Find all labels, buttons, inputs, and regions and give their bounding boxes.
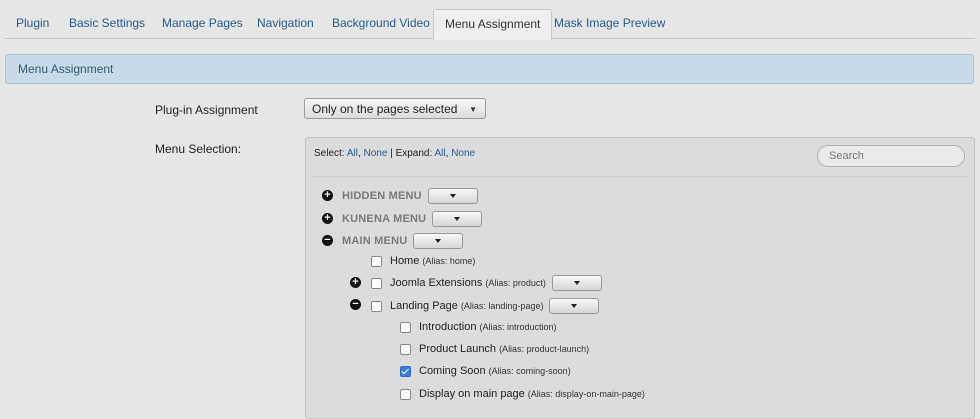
menu-item[interactable]: Product Launch (Alias: product-launch) — [400, 340, 589, 358]
plus-circle-icon[interactable]: + — [350, 277, 361, 288]
item-checkbox[interactable] — [371, 255, 382, 267]
caret-down-icon: ▼ — [469, 105, 477, 114]
tab-navigation[interactable]: Navigation — [246, 9, 325, 38]
item-checkbox[interactable] — [400, 343, 411, 355]
divider — [312, 176, 968, 177]
menu-kunena: + KUNENA MENU — [322, 210, 483, 228]
menu-item[interactable]: Display on main page (Alias: display-on-… — [400, 385, 645, 403]
menu-name: HIDDEN MENU — [342, 190, 422, 202]
assignment-value: Only on the pages selected — [312, 102, 458, 116]
divider: | — [390, 148, 393, 159]
assignment-select[interactable]: Only on the pages selected ▼ — [304, 98, 486, 119]
menu-item[interactable]: Landing Page (Alias: landing-page) — [371, 297, 600, 315]
menu-item[interactable]: Coming Soon (Alias: coming-soon) — [400, 362, 571, 380]
menu-dropdown-button[interactable] — [432, 211, 483, 227]
minus-circle-icon[interactable]: − — [350, 299, 361, 310]
menu-main: − MAIN MENU — [322, 232, 464, 250]
tab-menu-assignment[interactable]: Menu Assignment — [433, 9, 553, 40]
select-expand-controls: Select: All, None | Expand: All, None — [314, 148, 476, 159]
plus-circle-icon[interactable]: + — [322, 213, 333, 224]
expand-all-link[interactable]: All — [435, 148, 446, 159]
expand-none-link[interactable]: None — [451, 148, 475, 159]
menu-dropdown-button[interactable] — [427, 188, 478, 204]
tab-basic-settings[interactable]: Basic Settings — [58, 9, 156, 38]
item-dropdown-button[interactable] — [551, 275, 602, 291]
menu-name: KUNENA MENU — [342, 213, 427, 225]
menu-dropdown-button[interactable] — [413, 233, 464, 249]
menu-selection-panel: Select: All, None | Expand: All, None + … — [305, 137, 975, 419]
select-all-link[interactable]: All — [347, 148, 358, 159]
item-checkbox-checked[interactable] — [400, 365, 411, 377]
select-none-link[interactable]: None — [364, 148, 388, 159]
assignment-label: Plug-in Assignment — [155, 103, 258, 117]
menu-selection-label: Menu Selection: — [155, 142, 242, 156]
search-input[interactable] — [817, 145, 965, 167]
menu-hidden: + HIDDEN MENU — [322, 187, 478, 205]
item-dropdown-button[interactable] — [549, 298, 600, 314]
tab-bar: Plugin Basic Settings Manage Pages Navig… — [5, 9, 975, 40]
item-checkbox[interactable] — [400, 388, 411, 400]
tab-manage-pages[interactable]: Manage Pages — [151, 9, 254, 38]
menu-name: MAIN MENU — [342, 235, 408, 247]
tab-mask-image-preview[interactable]: Mask Image Preview — [543, 9, 676, 38]
section-banner: Menu Assignment — [5, 54, 974, 84]
menu-item[interactable]: Joomla Extensions (Alias: product) — [371, 274, 602, 292]
menu-item[interactable]: Introduction (Alias: introduction) — [400, 318, 557, 336]
tab-background-video[interactable]: Background Video — [321, 9, 441, 38]
item-checkbox[interactable] — [400, 321, 411, 333]
tab-plugin[interactable]: Plugin — [5, 9, 60, 38]
minus-circle-icon[interactable]: − — [322, 235, 333, 246]
plus-circle-icon[interactable]: + — [322, 190, 333, 201]
menu-item[interactable]: Home (Alias: home) — [371, 252, 475, 270]
item-checkbox[interactable] — [371, 277, 382, 289]
item-checkbox[interactable] — [371, 300, 382, 312]
banner-title: Menu Assignment — [18, 62, 114, 76]
